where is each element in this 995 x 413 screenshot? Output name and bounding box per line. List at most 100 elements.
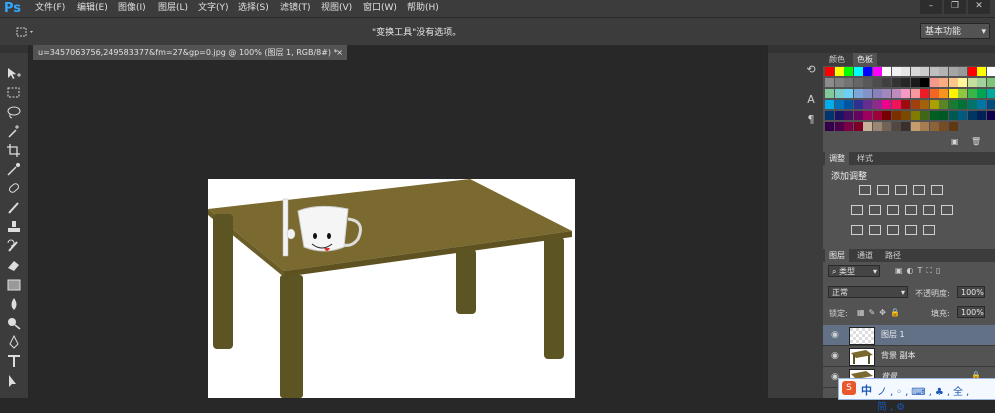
close-tab-icon[interactable]: ×: [336, 45, 343, 60]
history-brush-icon[interactable]: [6, 239, 22, 253]
swatch[interactable]: [892, 100, 901, 109]
swatch[interactable]: [939, 67, 948, 76]
swatch[interactable]: [911, 100, 920, 109]
move-tool-icon[interactable]: [6, 67, 22, 81]
swatch[interactable]: [892, 78, 901, 87]
ime-toolbar[interactable]: S 中 ノ,◦,⌨,♣,全,简,⚙: [838, 378, 995, 400]
swatch[interactable]: [977, 67, 986, 76]
workspace-select[interactable]: 基本功能 ▾: [920, 23, 990, 39]
tab-layers[interactable]: 图层: [825, 249, 849, 262]
swatch[interactable]: [844, 89, 853, 98]
swatch[interactable]: [901, 111, 910, 120]
swatch[interactable]: [911, 67, 920, 76]
swatch[interactable]: [835, 100, 844, 109]
swatch[interactable]: [968, 89, 977, 98]
swatch[interactable]: [854, 67, 863, 76]
swatch[interactable]: [949, 78, 958, 87]
tab-styles[interactable]: 样式: [853, 152, 877, 165]
swatch[interactable]: [987, 89, 995, 98]
swatch[interactable]: [958, 100, 967, 109]
gradient-tool-icon[interactable]: [6, 278, 22, 292]
swatch[interactable]: [930, 78, 939, 87]
eraser-icon[interactable]: [6, 258, 22, 272]
adjustment-icon[interactable]: [859, 185, 871, 195]
swatch[interactable]: [987, 78, 995, 87]
swatch[interactable]: [844, 78, 853, 87]
minimize-button[interactable]: –: [920, 0, 942, 14]
menu-filter[interactable]: 滤镜(T): [280, 0, 311, 17]
swatch[interactable]: [835, 67, 844, 76]
swatch[interactable]: [882, 67, 891, 76]
swatch[interactable]: [939, 78, 948, 87]
swatch[interactable]: [920, 111, 929, 120]
adjustment-icon[interactable]: [923, 225, 935, 235]
eye-icon[interactable]: ◉: [831, 330, 839, 340]
swatch[interactable]: [825, 111, 834, 120]
panels-header[interactable]: [823, 45, 995, 53]
menu-edit[interactable]: 编辑(E): [77, 0, 108, 17]
swatch[interactable]: [882, 100, 891, 109]
swatch[interactable]: [825, 78, 834, 87]
swatch[interactable]: [863, 111, 872, 120]
swatch[interactable]: [854, 89, 863, 98]
swatch[interactable]: [920, 67, 929, 76]
paragraph-icon[interactable]: ¶: [804, 113, 818, 127]
swatch[interactable]: [949, 89, 958, 98]
dodge-tool-icon[interactable]: [6, 316, 22, 330]
adjustment-icon[interactable]: [851, 205, 863, 215]
ime-mode[interactable]: 中: [861, 382, 872, 398]
swatch[interactable]: [901, 78, 910, 87]
ime-symbols[interactable]: ノ,◦,⌨,♣,全,简,⚙: [877, 383, 995, 413]
swatch[interactable]: [911, 122, 920, 131]
swatch[interactable]: [977, 111, 986, 120]
lasso-tool-icon[interactable]: [6, 105, 22, 119]
adjustment-icon[interactable]: [869, 205, 881, 215]
swatch[interactable]: [939, 111, 948, 120]
swatch[interactable]: [892, 89, 901, 98]
swatch[interactable]: [958, 89, 967, 98]
swatch[interactable]: [873, 67, 882, 76]
dock-header[interactable]: [768, 45, 823, 53]
swatch[interactable]: [920, 89, 929, 98]
adjustment-icon[interactable]: [931, 185, 943, 195]
tab-channels[interactable]: 通道: [853, 249, 877, 262]
swatch[interactable]: [863, 78, 872, 87]
swatch[interactable]: [882, 89, 891, 98]
tab-swatches[interactable]: 色板: [853, 53, 877, 66]
lock-icons[interactable]: ▦✎✥🔒: [857, 308, 904, 317]
swatch[interactable]: [835, 89, 844, 98]
layer-row-background-copy[interactable]: ◉ 背景 副本: [823, 346, 995, 367]
swatch[interactable]: [930, 89, 939, 98]
fill-input[interactable]: 100%: [957, 306, 985, 318]
swatch[interactable]: [863, 89, 872, 98]
adjustment-icon[interactable]: [913, 185, 925, 195]
menu-file[interactable]: 文件(F): [35, 0, 65, 17]
ime-logo-icon[interactable]: S: [842, 381, 856, 395]
tab-color[interactable]: 颜色: [825, 53, 849, 66]
character-icon[interactable]: A: [804, 93, 818, 107]
type-tool-icon[interactable]: [6, 354, 22, 368]
tab-adjustments[interactable]: 调整: [825, 152, 849, 165]
swatch[interactable]: [825, 67, 834, 76]
adjustment-icon[interactable]: [905, 225, 917, 235]
swatch[interactable]: [958, 78, 967, 87]
swatch[interactable]: [987, 100, 995, 109]
swatch[interactable]: [977, 89, 986, 98]
swatch[interactable]: [901, 67, 910, 76]
tab-paths[interactable]: 路径: [881, 249, 905, 262]
layer-row-layer1[interactable]: ◉ 图层 1: [823, 325, 995, 346]
swatch[interactable]: [882, 111, 891, 120]
swatch[interactable]: [949, 100, 958, 109]
swatch[interactable]: [825, 100, 834, 109]
menu-select[interactable]: 选择(S): [238, 0, 269, 17]
swatch[interactable]: [873, 89, 882, 98]
new-swatch-icon[interactable]: ▣: [951, 137, 959, 146]
brush-tool-icon[interactable]: [6, 201, 22, 215]
swatch[interactable]: [949, 111, 958, 120]
swatch[interactable]: [844, 100, 853, 109]
swatch[interactable]: [911, 111, 920, 120]
eye-icon[interactable]: ◉: [831, 351, 839, 361]
swatch[interactable]: [930, 67, 939, 76]
menu-type[interactable]: 文字(Y): [198, 0, 229, 17]
swatch[interactable]: [968, 67, 977, 76]
